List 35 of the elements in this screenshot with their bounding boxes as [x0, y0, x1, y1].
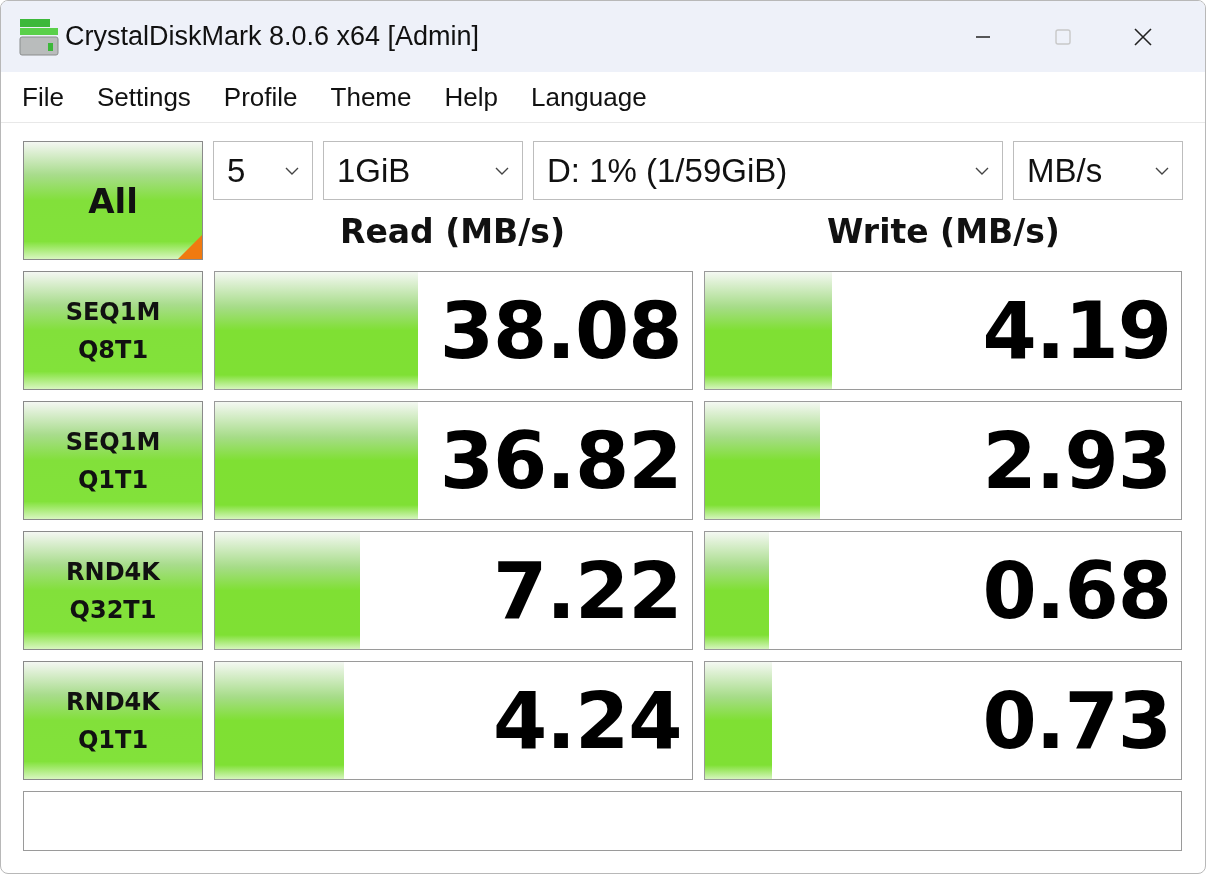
menu-item[interactable]: Profile	[223, 81, 298, 113]
menu-item[interactable]: Help	[444, 81, 498, 113]
all-button[interactable]: All	[23, 141, 203, 260]
result-value: 38.08	[439, 285, 682, 376]
maximize-icon	[1053, 26, 1073, 47]
result-value: 7.22	[493, 545, 682, 636]
test-button[interactable]: SEQ1M Q8T1	[23, 271, 203, 390]
result-value: 4.19	[982, 285, 1171, 376]
drive-icon	[19, 16, 59, 57]
test-button[interactable]: SEQ1M Q1T1	[23, 401, 203, 520]
comment-field[interactable]	[23, 791, 1182, 851]
minimize-icon	[975, 35, 991, 38]
result-value: 36.82	[439, 415, 682, 506]
result-value: 0.73	[982, 675, 1171, 766]
drive-dropdown[interactable]: D: 1% (1/59GiB)	[533, 141, 1003, 200]
column-header: Read (MB/s)	[339, 211, 566, 251]
size-dropdown[interactable]: 1GiB	[323, 141, 523, 200]
count-dropdown[interactable]: 5	[213, 141, 313, 200]
chevron-down-icon	[1154, 165, 1170, 176]
result-value: 0.68	[982, 545, 1171, 636]
chevron-down-icon	[494, 165, 510, 176]
test-button[interactable]: RND4K Q1T1	[23, 661, 203, 780]
chevron-down-icon	[284, 165, 300, 176]
test-button[interactable]: RND4K Q32T1	[23, 531, 203, 650]
menu-item[interactable]: Language	[530, 81, 647, 113]
menu-item[interactable]: Settings	[96, 81, 191, 113]
unit-dropdown[interactable]: MB/s	[1013, 141, 1183, 200]
menu-item[interactable]: Theme	[330, 81, 412, 113]
column-header: Write (MB/s)	[826, 211, 1061, 251]
menu-item[interactable]: File	[22, 81, 64, 113]
result-value: 4.24	[493, 675, 682, 766]
close-icon	[1133, 26, 1153, 47]
window-title: CrystalDiskMark 8.0.6 x64 [Admin]	[65, 21, 480, 52]
result-value: 2.93	[982, 415, 1171, 506]
chevron-down-icon	[974, 165, 990, 176]
